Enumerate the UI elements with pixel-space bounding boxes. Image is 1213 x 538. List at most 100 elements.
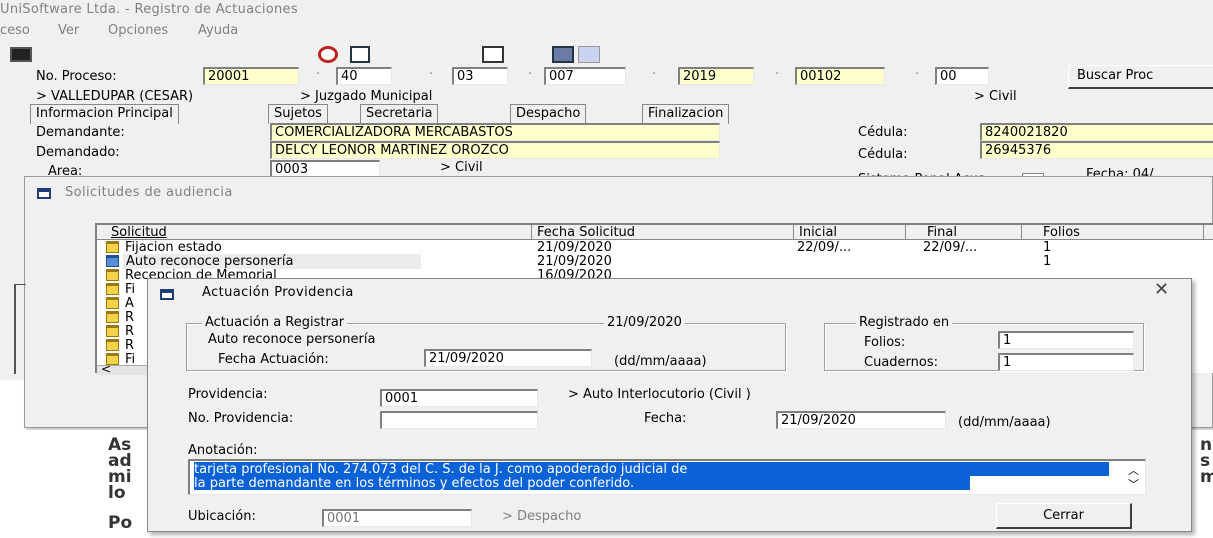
proceso-part-6[interactable]: 00102 <box>795 67 885 85</box>
anotacion-line-2: la parte demandante en los términos y ef… <box>194 476 970 490</box>
fecha-actuacion-format: (dd/mm/aaaa) <box>614 354 707 369</box>
document-icon[interactable] <box>350 46 370 63</box>
fecha-actuacion-field[interactable]: 21/09/2020 <box>424 349 592 367</box>
cedula2-field[interactable]: 26945376 <box>980 141 1213 159</box>
folder-icon <box>106 269 119 281</box>
fecha-format: (dd/mm/aaaa) <box>958 415 1051 430</box>
scroll-up-icon[interactable]: ︿ <box>1128 463 1139 478</box>
proceso-sep-2: · <box>429 67 434 82</box>
actuacion-group-label: Actuación a Registrar <box>202 315 348 330</box>
providencia-field[interactable]: 0001 <box>380 389 538 407</box>
list-item[interactable]: Auto reconoce personería 21/09/2020 1 <box>97 254 1213 269</box>
anotacion-line-1: tarjeta profesional No. 274.073 del C. S… <box>194 462 1109 476</box>
dialog-window-icon <box>160 289 174 300</box>
proceso-part-3[interactable]: 03 <box>452 67 508 85</box>
dialog-title: Actuación Providencia <box>202 285 354 300</box>
buscar-proceso-button[interactable]: Buscar Proc <box>1068 65 1213 89</box>
list-item[interactable]: A <box>125 296 134 311</box>
menu-ayuda[interactable]: Ayuda <box>198 23 238 38</box>
folder-icon <box>106 283 119 295</box>
proceso-part-7[interactable]: 00 <box>935 67 989 85</box>
scroll-down-icon[interactable]: ﹀ <box>1128 477 1139 492</box>
monitor-icon[interactable] <box>552 46 574 63</box>
list-item[interactable]: Fi <box>125 282 135 297</box>
cedula2-label: Cédula: <box>858 147 908 162</box>
menu-opciones[interactable]: Opciones <box>108 23 168 38</box>
proceso-part-2[interactable]: 40 <box>336 67 392 85</box>
solicitudes-title: Solicitudes de audiencia <box>65 185 233 200</box>
stop-icon[interactable] <box>318 46 338 63</box>
no-providencia-label: No. Providencia: <box>188 411 294 426</box>
toolbar <box>0 44 700 66</box>
cerrar-button[interactable]: Cerrar <box>996 503 1132 529</box>
fecha-field[interactable]: 21/09/2020 <box>776 411 946 429</box>
folder-icon <box>106 311 119 323</box>
tab-despacho[interactable]: Despacho <box>510 104 587 124</box>
ubicacion-desc: > Despacho <box>502 509 582 524</box>
folder-icon <box>106 325 119 337</box>
cuadernos-label: Cuadernos: <box>864 355 938 370</box>
tab-finalizacion[interactable]: Finalizacion <box>642 104 730 124</box>
folder-icon <box>106 339 119 351</box>
folder-icon <box>106 255 119 267</box>
proceso-part-1[interactable]: 20001 <box>203 67 299 85</box>
cuadernos-field[interactable]: 1 <box>998 353 1134 371</box>
fecha-actuacion-label: Fecha Actuación: <box>218 352 329 367</box>
list-item[interactable]: R <box>125 338 134 353</box>
folios-field[interactable]: 1 <box>998 331 1134 349</box>
providencia-desc: > Auto Interlocutorio (Civil ) <box>568 387 751 402</box>
demandado-field[interactable]: DELCY LEONOR MARTINEZ OROZCO <box>270 141 720 159</box>
proceso-sep-4: · <box>652 67 657 82</box>
no-providencia-field[interactable] <box>380 411 538 429</box>
new-icon[interactable] <box>482 46 504 63</box>
col-final[interactable]: Final <box>927 225 957 240</box>
network-icon[interactable] <box>578 46 600 63</box>
col-fecha-solicitud[interactable]: Fecha Solicitud <box>537 225 635 240</box>
col-inicial[interactable]: Inicial <box>799 225 837 240</box>
actuacion-name: Auto reconoce personería <box>208 332 376 347</box>
area-name: > Civil <box>440 160 483 175</box>
close-icon[interactable]: ✕ <box>1154 281 1169 299</box>
anotacion-label: Anotación: <box>188 443 258 458</box>
actuacion-dialog: Actuación Providencia ✕ Actuación a Regi… <box>147 278 1192 532</box>
specialty-label: > Civil <box>974 89 1017 104</box>
folder-icon <box>106 241 119 253</box>
list-item[interactable]: Fijacion estado 21/09/2020 22/09/... 22/… <box>97 240 1213 255</box>
court-label: > Juzgado Municipal <box>300 89 433 104</box>
demandante-label: Demandante: <box>36 125 125 140</box>
scroll-left-icon[interactable]: < <box>101 362 111 376</box>
folios-label: Folios: <box>864 335 906 350</box>
window-title: UniSoftware Ltda. - Registro de Actuacio… <box>0 2 298 17</box>
proceso-sep-1: · <box>316 67 321 82</box>
col-solicitud[interactable]: Solicitud <box>111 225 167 240</box>
city-label: > VALLEDUPAR (CESAR) <box>36 89 194 104</box>
registrado-group-label: Registrado en <box>856 315 953 330</box>
ubicacion-label: Ubicación: <box>188 509 256 524</box>
fecha-label: Fecha: <box>644 411 687 426</box>
demandante-field[interactable]: COMERCIALIZADORA MERCABASTOS <box>270 123 720 141</box>
anotacion-textarea[interactable]: tarjeta profesional No. 274.073 del C. S… <box>188 459 1146 495</box>
tab-informacion-principal[interactable]: Informacion Principal <box>30 104 179 124</box>
demandado-label: Demandado: <box>36 145 120 160</box>
proceso-sep-5: · <box>775 67 780 82</box>
solicitudes-window-icon <box>37 188 51 199</box>
col-folios[interactable]: Folios <box>1043 225 1080 240</box>
proceso-part-5[interactable]: 2019 <box>678 67 754 85</box>
save-icon[interactable] <box>10 47 32 62</box>
list-item[interactable]: R <box>125 324 134 339</box>
proceso-part-4[interactable]: 007 <box>544 67 626 85</box>
background-panel-frame <box>14 284 26 374</box>
proceso-label: No. Proceso: <box>36 69 117 84</box>
ubicacion-field[interactable]: 0001 <box>322 509 472 527</box>
menu-proceso[interactable]: ceso <box>0 23 30 38</box>
menu-ver[interactable]: Ver <box>58 23 79 38</box>
list-header: Solicitud Fecha Solicitud Inicial Final … <box>97 225 1213 240</box>
tab-sujetos[interactable]: Sujetos <box>268 104 328 124</box>
cedula1-field[interactable]: 8240021820 <box>980 123 1213 141</box>
actuacion-date: 21/09/2020 <box>604 315 685 330</box>
proceso-sep-3: · <box>528 67 533 82</box>
providencia-label: Providencia: <box>188 387 268 402</box>
tab-secretaria[interactable]: Secretaria <box>360 104 439 124</box>
list-item[interactable]: R <box>125 310 134 325</box>
proceso-sep-6: · <box>915 67 920 82</box>
